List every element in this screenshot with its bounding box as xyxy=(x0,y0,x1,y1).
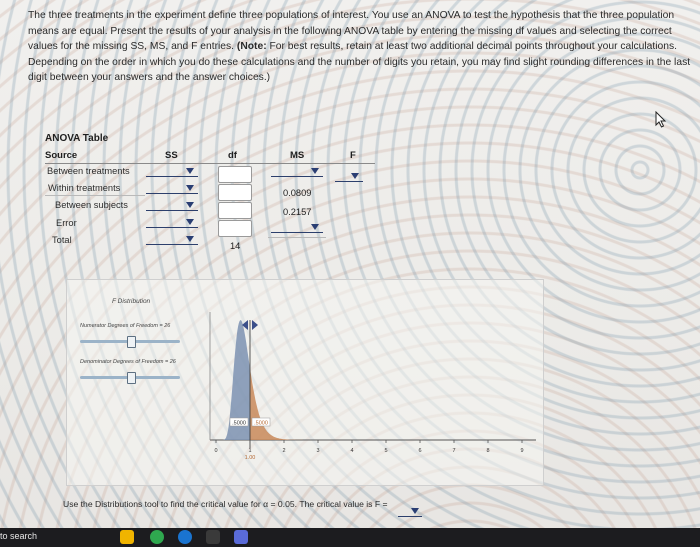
df-between-treatments-input[interactable] xyxy=(218,166,252,183)
dropdown-arrow-icon xyxy=(186,219,194,225)
dropdown-arrow-icon xyxy=(311,168,319,174)
x-tick-label: 0 xyxy=(214,448,217,454)
header-f: F xyxy=(350,150,356,161)
question-sheet: The three treatments in the experiment d… xyxy=(0,0,700,528)
ms-between-subjects-value: 0.2157 xyxy=(283,207,312,217)
row-label-between-treatments: Between treatments xyxy=(47,166,130,176)
ms-error-dropdown[interactable] xyxy=(271,221,323,233)
ms-within-treatments-value: 0.0809 xyxy=(283,188,312,198)
x-tick-label: 4 xyxy=(350,448,353,454)
right-area-label: .5000 xyxy=(254,421,268,427)
marker-right-arrow-icon xyxy=(252,320,258,330)
taskbar-search-label[interactable]: to search xyxy=(0,531,37,541)
dropdown-arrow-icon xyxy=(186,236,194,242)
ss-between-treatments-dropdown[interactable] xyxy=(146,165,198,177)
x-tick-label: 7 xyxy=(452,448,455,454)
row-divider xyxy=(45,195,145,196)
header-divider xyxy=(45,163,375,164)
intro-note-label: (Note: xyxy=(236,41,267,52)
row-label-between-subjects: Between subjects xyxy=(55,200,128,210)
numerator-df-slider-handle[interactable] xyxy=(127,336,136,348)
ss-total-dropdown[interactable] xyxy=(146,233,198,245)
anova-table-title: ANOVA Table xyxy=(45,133,109,144)
windows-taskbar: to search xyxy=(0,528,700,547)
dropdown-arrow-icon xyxy=(186,168,194,174)
row-divider xyxy=(268,237,326,238)
dropdown-arrow-icon xyxy=(186,185,194,191)
header-source: Source xyxy=(45,150,78,161)
marker-value-label: 1.00 xyxy=(245,455,256,461)
dropdown-arrow-icon xyxy=(311,224,319,230)
df-total-value: 14 xyxy=(230,241,241,251)
df-within-treatments-input[interactable] xyxy=(218,184,252,201)
df-between-subjects-input[interactable] xyxy=(218,202,252,219)
row-label-error: Error xyxy=(56,218,77,228)
dropdown-arrow-icon xyxy=(411,508,419,514)
app-icon[interactable] xyxy=(234,530,248,544)
edge-icon[interactable] xyxy=(178,530,192,544)
file-explorer-icon[interactable] xyxy=(120,530,134,544)
x-tick-label: 3 xyxy=(316,448,319,454)
ss-error-dropdown[interactable] xyxy=(146,216,198,228)
x-tick-label: 8 xyxy=(486,448,489,454)
header-df: df xyxy=(228,150,237,161)
ss-between-subjects-dropdown[interactable] xyxy=(146,199,198,211)
dropdown-arrow-icon xyxy=(186,202,194,208)
ss-within-treatments-dropdown[interactable] xyxy=(146,182,198,194)
df-error-input[interactable] xyxy=(218,220,252,237)
denominator-df-label: Denominator Degrees of Freedom = 26 xyxy=(80,359,176,365)
x-tick-label: 5 xyxy=(384,448,387,454)
f-distribution-plot: .5000.50001.000123456789F xyxy=(209,312,536,461)
chrome-icon[interactable] xyxy=(150,530,164,544)
x-tick-label: 2 xyxy=(282,448,285,454)
x-tick-label: 1 xyxy=(248,448,251,454)
header-ss: SS xyxy=(165,150,178,161)
row-label-within-treatments: Within treatments xyxy=(48,183,121,193)
left-area-label: .5000 xyxy=(232,421,246,427)
ms-between-treatments-dropdown[interactable] xyxy=(271,165,323,177)
critical-value-question: Use the Distributions tool to find the c… xyxy=(63,499,388,509)
header-ms: MS xyxy=(290,150,305,161)
question-intro: The three treatments in the experiment d… xyxy=(28,8,696,86)
critical-value-dropdown[interactable] xyxy=(398,505,422,517)
app-icon[interactable] xyxy=(206,530,220,544)
x-tick-label: 6 xyxy=(418,448,421,454)
row-label-total: Total xyxy=(52,235,72,245)
distribution-title: F Distribution xyxy=(112,298,151,305)
mouse-cursor-icon xyxy=(655,111,667,128)
numerator-df-label: Numerator Degrees of Freedom = 26 xyxy=(80,323,171,329)
x-tick-label: 9 xyxy=(520,448,523,454)
denominator-df-slider-handle[interactable] xyxy=(127,372,136,384)
dropdown-arrow-icon xyxy=(351,173,359,179)
right-tail-area xyxy=(250,368,335,440)
f-dropdown[interactable] xyxy=(335,170,363,182)
